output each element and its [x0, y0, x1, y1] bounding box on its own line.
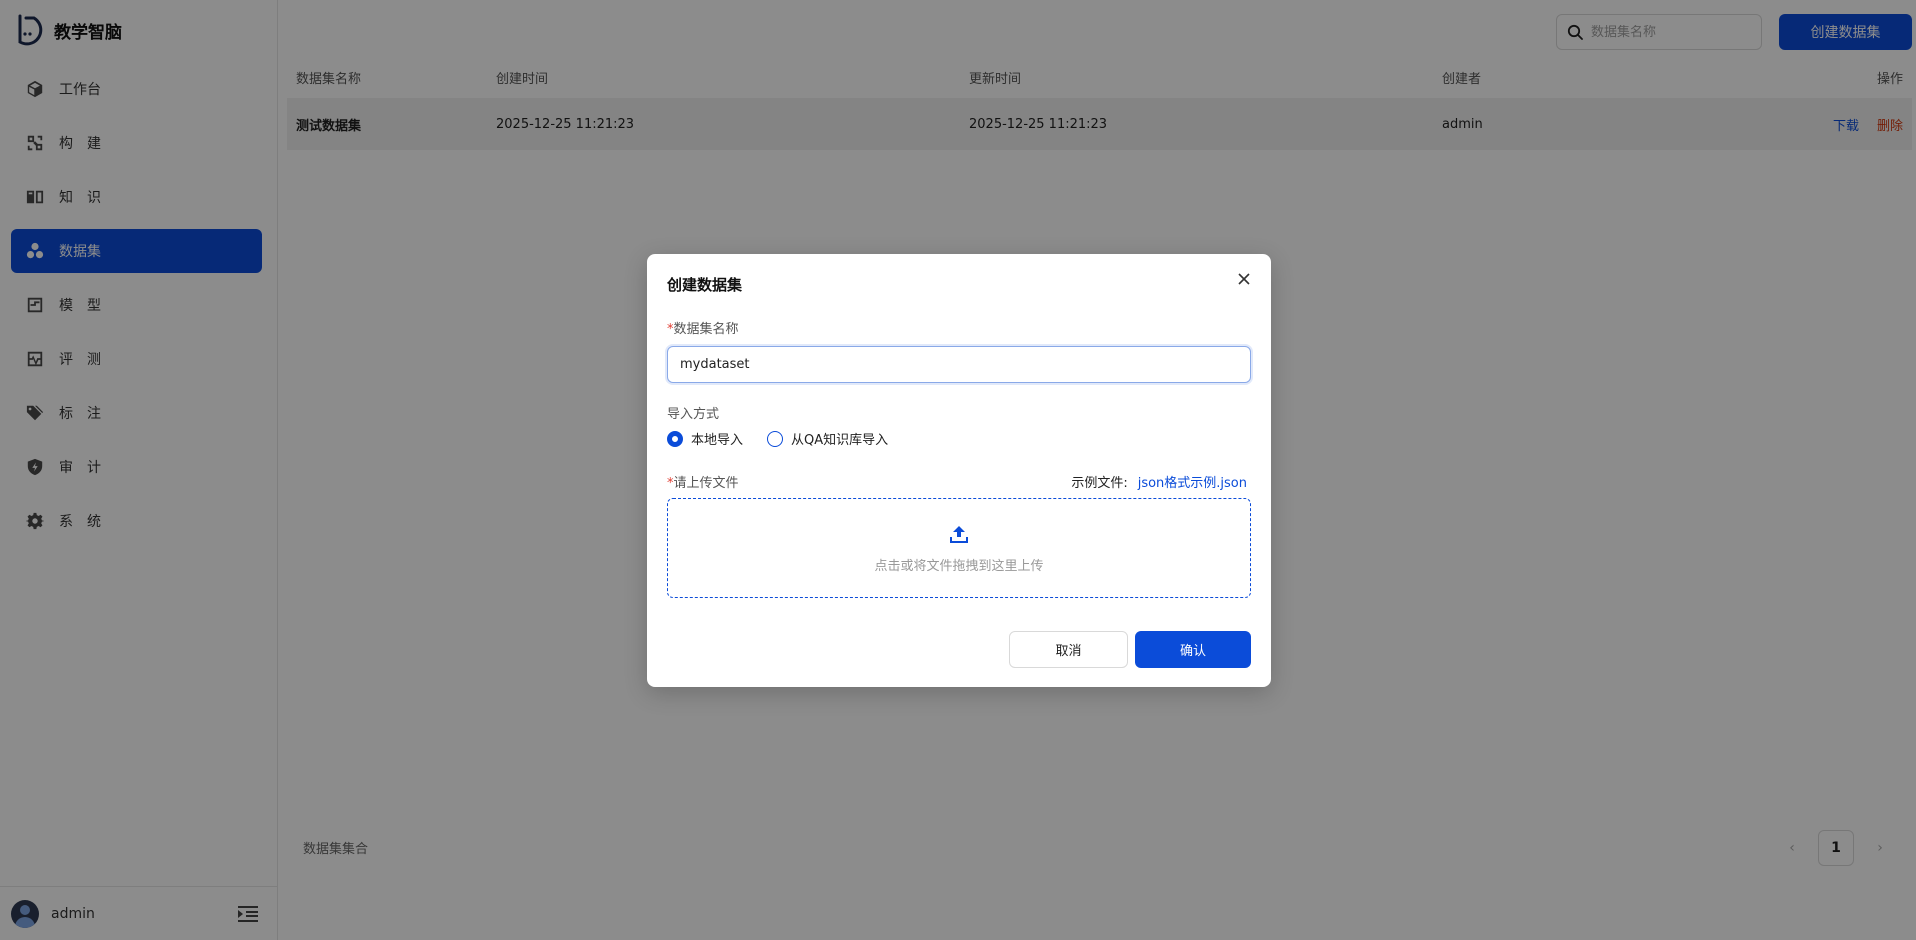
- upload-dropzone[interactable]: 点击或将文件拖拽到这里上传: [667, 498, 1251, 598]
- radio-local-import[interactable]: 本地导入: [667, 429, 743, 448]
- create-dataset-dialog: 创建数据集 *数据集名称 导入方式 本地导入 从QA知识库导入 *请上传文件 示…: [647, 254, 1271, 687]
- radio-qa-import[interactable]: 从QA知识库导入: [767, 429, 888, 448]
- import-method-label: 导入方式: [667, 407, 720, 422]
- example-file: 示例文件: json格式示例.json: [1071, 472, 1247, 491]
- upload-file-label: *请上传文件: [667, 472, 739, 491]
- upload-icon: [950, 525, 968, 543]
- cancel-button[interactable]: 取消: [1009, 631, 1128, 668]
- import-method-group: 本地导入 从QA知识库导入: [667, 429, 912, 448]
- radio-unchecked-icon: [767, 430, 784, 447]
- upload-hint: 点击或将文件拖拽到这里上传: [874, 558, 1044, 574]
- upload-file-label-text: 请上传文件: [673, 476, 739, 491]
- dialog-title: 创建数据集: [667, 276, 743, 294]
- dataset-name-label: *数据集名称: [667, 318, 739, 337]
- dataset-name-label-text: 数据集名称: [673, 322, 739, 337]
- radio-label: 本地导入: [691, 433, 744, 448]
- example-prefix: 示例文件:: [1071, 476, 1128, 491]
- dataset-name-input[interactable]: [667, 346, 1251, 383]
- radio-checked-icon: [667, 430, 683, 447]
- example-file-link[interactable]: json格式示例.json: [1138, 476, 1247, 491]
- confirm-button[interactable]: 确认: [1135, 631, 1251, 668]
- close-icon[interactable]: [1235, 270, 1253, 288]
- radio-label: 从QA知识库导入: [791, 433, 889, 448]
